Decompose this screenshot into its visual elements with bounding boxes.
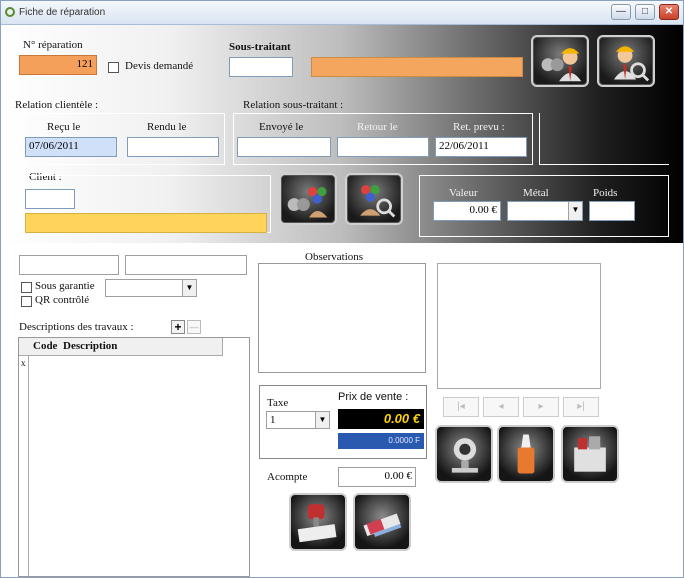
window-title: Fiche de réparation [19,7,106,18]
sous-traitant-code-field[interactable] [229,57,293,77]
header-panel: N° réparation 121 Devis demandé Sous-tra… [1,25,683,243]
people-magnifier-icon [360,185,396,218]
worker-magnifier-icon [614,46,650,82]
poids-label: Poids [593,187,618,199]
retour-label: Retour le [357,121,398,133]
view-client-button[interactable] [345,173,403,225]
remove-description-button[interactable]: — [187,320,201,334]
maximize-button[interactable]: □ [635,4,655,20]
eraser-button[interactable] [353,493,411,551]
metal-select[interactable]: ▼ [507,201,583,221]
grid-col-description: Description [63,340,118,352]
photo-viewer [437,263,601,389]
sous-traitant-label: Sous-traitant [229,41,291,53]
rendu-date-field[interactable] [127,137,219,157]
recu-date-field[interactable]: 07/06/2011 [25,137,117,157]
prix-label: Prix de vente : [338,391,409,403]
acompte-field[interactable]: 0.00 € [338,467,416,487]
stamp-icon [297,504,337,543]
rendu-label: Rendu le [147,121,187,133]
reparation-number-field[interactable]: 121 [19,55,97,75]
sous-garantie-checkbox[interactable] [21,282,32,293]
eraser-icon [363,513,402,537]
envoye-date-field[interactable] [237,137,331,157]
webcam-button[interactable] [435,425,493,483]
metal-label: Métal [523,187,549,199]
valeur-field[interactable]: 0.00 € [433,201,501,221]
grid-row-gutter [19,356,29,576]
chevron-down-icon[interactable]: ▼ [315,412,329,428]
garantie-select[interactable]: ▼ [105,279,197,297]
acompte-label: Acompte [267,471,308,483]
taxe-select[interactable]: 1 ▼ [266,411,330,429]
prix-euro-field[interactable]: 0.00 € [338,409,424,429]
glue-button[interactable] [497,425,555,483]
observations-label: Observations [305,251,364,263]
minimize-button[interactable]: — [611,4,631,20]
binoculars-worker-icon [541,48,582,82]
extra-field-2[interactable] [125,255,247,275]
devis-label: Devis demandé [125,60,194,72]
stamp-button[interactable] [289,493,347,551]
box-icon [574,436,606,472]
ret-prevu-label: Ret. prevu : [453,121,505,133]
observations-textarea[interactable] [258,263,426,373]
binoculars-people-icon [287,187,328,218]
descriptions-grid[interactable]: Code Description x [18,337,250,577]
first-photo-button[interactable]: |◂ [443,397,479,417]
search-client-button[interactable] [279,173,337,225]
close-button[interactable]: ✕ [659,4,679,20]
extra-field-1[interactable] [19,255,119,275]
relation-client-title: Relation clientèle : [15,99,99,111]
add-description-button[interactable]: + [171,320,185,334]
title-bar: Fiche de réparation — □ ✕ [1,1,683,25]
taxe-label: Taxe [267,397,289,409]
grid-row-marker: x [21,358,26,368]
grid-header: Code Description [19,338,223,356]
relation-sous-traitant-title: Relation sous-traitant : [243,99,344,111]
valeur-label: Valeur [449,187,478,199]
search-subcontractor-button[interactable] [531,35,589,87]
devis-checkbox[interactable] [108,62,119,73]
client-name-field[interactable] [25,213,267,233]
prix-franc-field: 0.0000 F [338,433,424,449]
poids-field[interactable] [589,201,635,221]
sous-garantie-label: Sous garantie [35,280,95,292]
view-subcontractor-button[interactable] [597,35,655,87]
webcam-icon [451,438,478,473]
sous-traitant-name-field[interactable] [311,57,523,77]
envoye-label: Envoyé le [259,121,304,133]
prev-photo-button[interactable]: ◂ [483,397,519,417]
retour-date-field[interactable] [337,137,429,157]
recu-label: Reçu le [47,121,81,133]
qr-label: QR contrôlé [35,294,90,306]
ret-prevu-date-field[interactable]: 22/06/2011 [435,137,527,157]
divider-frame [539,113,669,165]
chevron-down-icon[interactable]: ▼ [182,280,196,296]
reparation-label: N° réparation [23,39,83,51]
glue-bottle-icon [517,434,535,474]
grid-col-code: Code [33,340,58,352]
client-code-field[interactable] [25,189,75,209]
package-button[interactable] [561,425,619,483]
app-icon [5,7,15,17]
next-photo-button[interactable]: ▸ [523,397,559,417]
descriptions-label: Descriptions des travaux : [19,321,134,333]
qr-checkbox[interactable] [21,296,32,307]
taxe-value: 1 [270,414,276,426]
chevron-down-icon[interactable]: ▼ [568,202,582,220]
last-photo-button[interactable]: ▸| [563,397,599,417]
repair-form-window: Fiche de réparation — □ ✕ N° réparation … [0,0,684,578]
